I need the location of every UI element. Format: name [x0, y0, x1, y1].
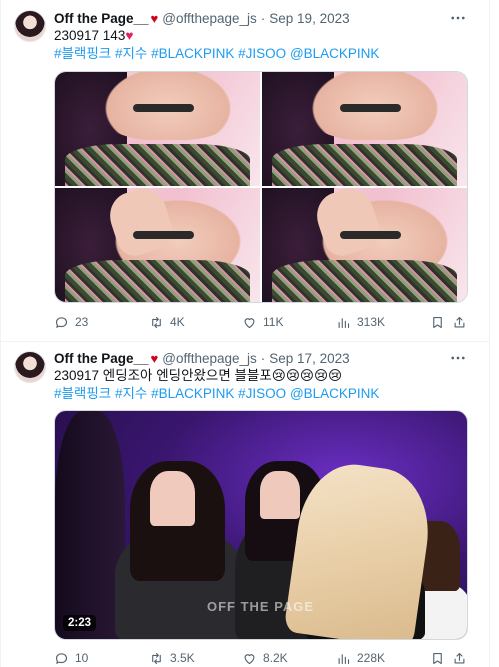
tweet-date[interactable]: Sep 17, 2023	[269, 351, 349, 366]
photo-grid	[54, 71, 468, 303]
retweet-button[interactable]: 3.5K	[149, 649, 195, 667]
hashtag-line: #블랙핑크 #지수 #BLACKPINK #JISOO @BLACKPINK	[54, 385, 379, 403]
reply-icon	[55, 316, 68, 328]
timeline-border-right	[489, 0, 490, 667]
tweet-text-body: 230917 143	[54, 28, 126, 43]
tweet-text-body: 230917 엔딩조아 엔딩안왔으면 블블포	[54, 368, 272, 383]
photo[interactable]	[262, 72, 467, 186]
crying-emoji-icon: 😢😢😢😢😢	[271, 368, 343, 383]
views-button[interactable]: 313K	[336, 313, 385, 331]
separator-dot: ·	[260, 10, 266, 26]
separator-dot: ·	[260, 350, 266, 366]
hashtag-link[interactable]: #JISOO	[238, 46, 286, 61]
like-button[interactable]: 11K	[242, 313, 283, 331]
photo[interactable]	[55, 72, 260, 186]
action-bar: 10 3.5K 8.2K 228K	[54, 649, 468, 667]
avatar[interactable]	[14, 10, 46, 42]
retweet-button[interactable]: 4K	[149, 313, 185, 331]
author-name[interactable]: Off the Page__	[54, 351, 149, 366]
author-handle[interactable]: @offthepage_js	[162, 351, 257, 366]
share-icon	[454, 316, 465, 327]
share-button[interactable]	[452, 313, 467, 331]
more-icon[interactable]	[449, 9, 467, 27]
tweet[interactable]: Off the Page__ ♥ @offthepage_js · Sep 19…	[0, 0, 489, 342]
tweet-text: 230917 엔딩조아 엔딩안왔으면 블블포😢😢😢😢😢	[54, 367, 342, 385]
tweet-header: Off the Page__ ♥ @offthepage_js · Sep 19…	[54, 9, 350, 27]
hashtag-link[interactable]: #BLACKPINK	[151, 46, 234, 61]
tweet-date[interactable]: Sep 19, 2023	[269, 11, 349, 26]
action-bar: 23 4K 11K 313K	[54, 313, 468, 331]
views-icon	[338, 653, 350, 664]
like-button[interactable]: 8.2K	[242, 649, 288, 667]
heart-icon	[244, 653, 255, 664]
photo[interactable]	[262, 188, 467, 302]
more-icon[interactable]	[449, 349, 467, 367]
tweet-text: 230917 143♥	[54, 27, 133, 45]
hashtag-link[interactable]: #블랙핑크	[54, 46, 111, 61]
reply-count: 10	[75, 651, 89, 665]
hashtag-link[interactable]: #JISOO	[238, 386, 286, 401]
video-frame-shape	[150, 471, 195, 526]
share-button[interactable]	[452, 649, 467, 667]
heart-emoji-icon: ♥	[150, 10, 159, 26]
bookmark-button[interactable]	[430, 649, 445, 667]
share-icon	[454, 652, 465, 663]
retweet-count: 4K	[170, 315, 185, 329]
photo[interactable]	[55, 188, 260, 302]
hashtag-link[interactable]: #BLACKPINK	[151, 386, 234, 401]
hashtag-line: #블랙핑크 #지수 #BLACKPINK #JISOO @BLACKPINK	[54, 45, 379, 63]
timeline: Off the Page__ ♥ @offthepage_js · Sep 19…	[0, 0, 499, 667]
hashtag-link[interactable]: #지수	[115, 46, 147, 61]
reply-count: 23	[75, 315, 89, 329]
mention-link[interactable]: @BLACKPINK	[290, 46, 379, 61]
heart-emoji-icon: ♥	[150, 350, 159, 366]
heart-icon	[244, 317, 255, 328]
like-count: 8.2K	[263, 651, 288, 665]
author-handle[interactable]: @offthepage_js	[162, 11, 257, 26]
video-duration-badge: 2:23	[63, 615, 97, 631]
reply-icon	[55, 652, 68, 664]
reply-button[interactable]: 10	[54, 649, 88, 667]
heart-emoji-icon: ♥	[125, 28, 134, 43]
bookmark-icon	[433, 316, 442, 328]
retweet-count: 3.5K	[170, 651, 195, 665]
video-frame-shape	[260, 471, 300, 519]
video-watermark: OFF THE PAGE	[207, 599, 315, 614]
hashtag-link[interactable]: #블랙핑크	[54, 386, 111, 401]
views-icon	[338, 317, 350, 328]
retweet-icon	[152, 652, 161, 664]
view-count: 228K	[357, 651, 386, 665]
author-name[interactable]: Off the Page__	[54, 11, 149, 26]
bookmark-button[interactable]	[430, 313, 445, 331]
reply-button[interactable]: 23	[54, 313, 88, 331]
view-count: 313K	[357, 315, 386, 329]
video-player[interactable]: OFF THE PAGE 2:23	[54, 410, 468, 640]
retweet-icon	[152, 316, 161, 328]
bookmark-icon	[433, 652, 442, 664]
hashtag-link[interactable]: #지수	[115, 386, 147, 401]
mention-link[interactable]: @BLACKPINK	[290, 386, 379, 401]
like-count: 11K	[263, 315, 284, 329]
views-button[interactable]: 228K	[336, 649, 385, 667]
avatar[interactable]	[14, 351, 46, 383]
tweet[interactable]: Off the Page__ ♥ @offthepage_js · Sep 17…	[0, 342, 489, 667]
tweet-header: Off the Page__ ♥ @offthepage_js · Sep 17…	[54, 349, 350, 367]
